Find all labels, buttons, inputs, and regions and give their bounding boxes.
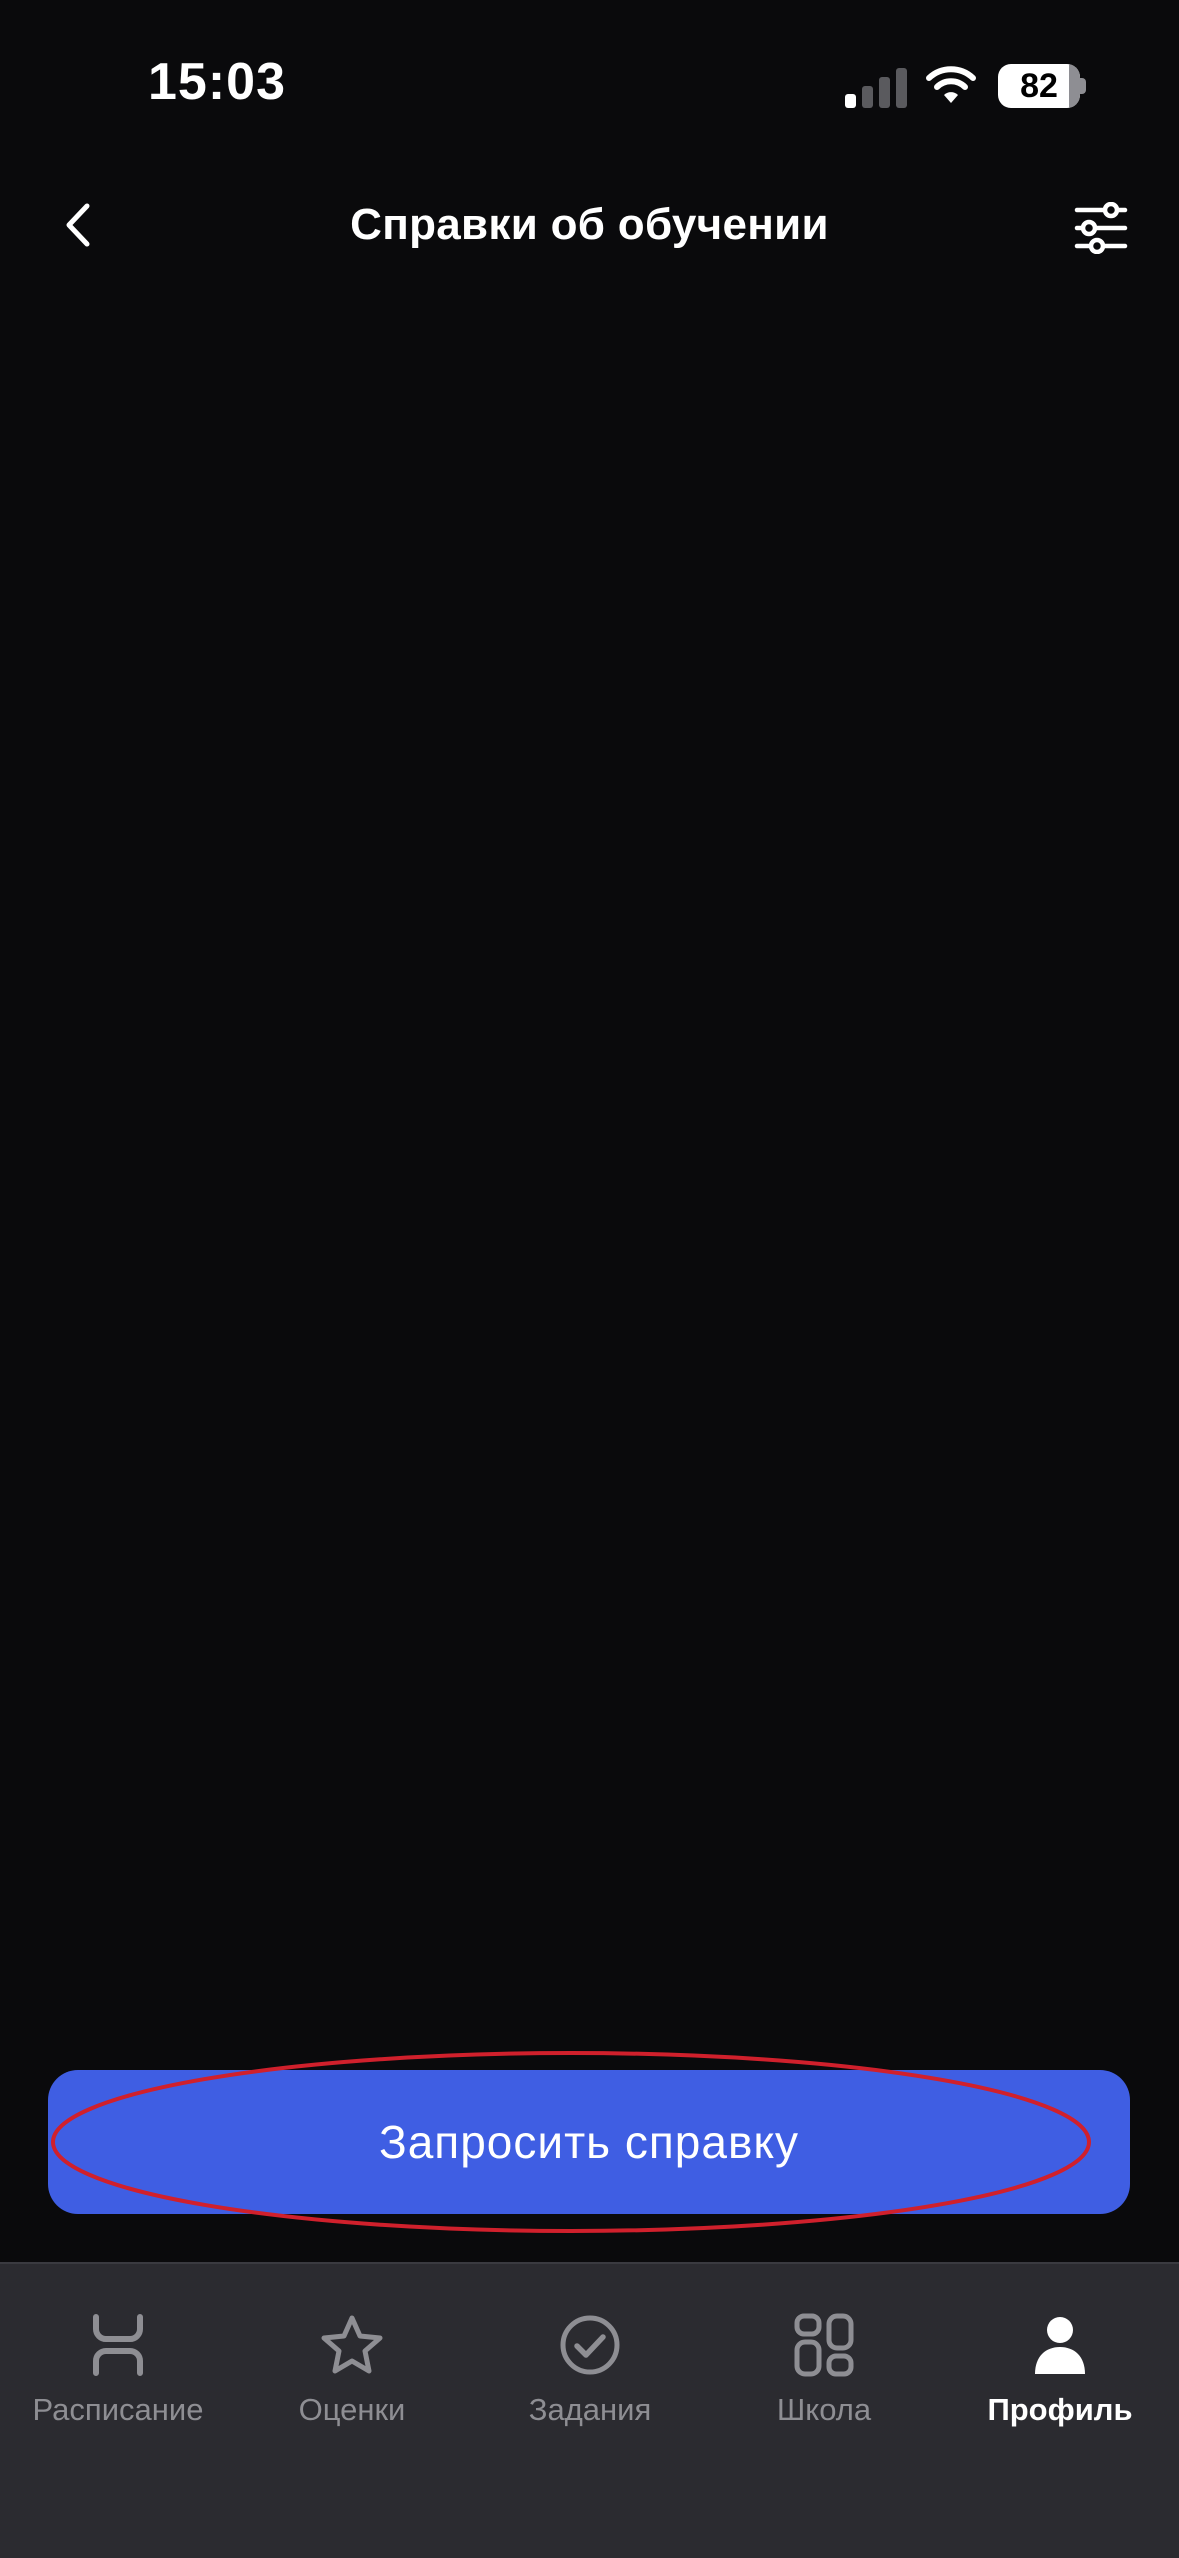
request-certificate-button[interactable]: Запросить справку (48, 2070, 1130, 2214)
tab-schedule-label: Расписание (32, 2392, 204, 2427)
screen: 15:03 82 Справки об обучении Запросить с… (0, 0, 1179, 2558)
check-circle-icon (557, 2312, 623, 2378)
wifi-icon (925, 64, 977, 106)
star-icon (319, 2312, 385, 2378)
tab-school[interactable]: Школа (706, 2312, 942, 2452)
status-bar: 15:03 82 (0, 0, 1179, 170)
tab-bar: Расписание Оценки Задания Школа Профиль (0, 2262, 1179, 2558)
tab-schedule[interactable]: Расписание (0, 2312, 236, 2452)
status-time: 15:03 (148, 53, 286, 111)
tab-profile-label: Профиль (987, 2392, 1133, 2427)
page-title: Справки об обучении (350, 200, 829, 249)
tab-profile[interactable]: Профиль (942, 2312, 1178, 2452)
tab-grades-label: Оценки (298, 2392, 406, 2427)
tab-school-label: Школа (776, 2392, 872, 2427)
battery-icon: 82 (998, 64, 1080, 108)
tab-assignments[interactable]: Задания (472, 2312, 708, 2452)
tab-grades[interactable]: Оценки (234, 2312, 470, 2452)
cellular-signal-icon (845, 66, 907, 108)
tab-assignments-label: Задания (528, 2392, 652, 2427)
grid-icon (791, 2312, 857, 2378)
schedule-icon (85, 2312, 151, 2378)
certificates-list (0, 285, 1179, 2050)
sliders-icon (1074, 202, 1128, 254)
navigation-bar: Справки об обучении (0, 170, 1179, 285)
battery-cap (1080, 78, 1086, 94)
person-icon (1027, 2312, 1093, 2378)
filter-button[interactable] (1066, 198, 1136, 258)
battery-level: 82 (1020, 66, 1058, 105)
